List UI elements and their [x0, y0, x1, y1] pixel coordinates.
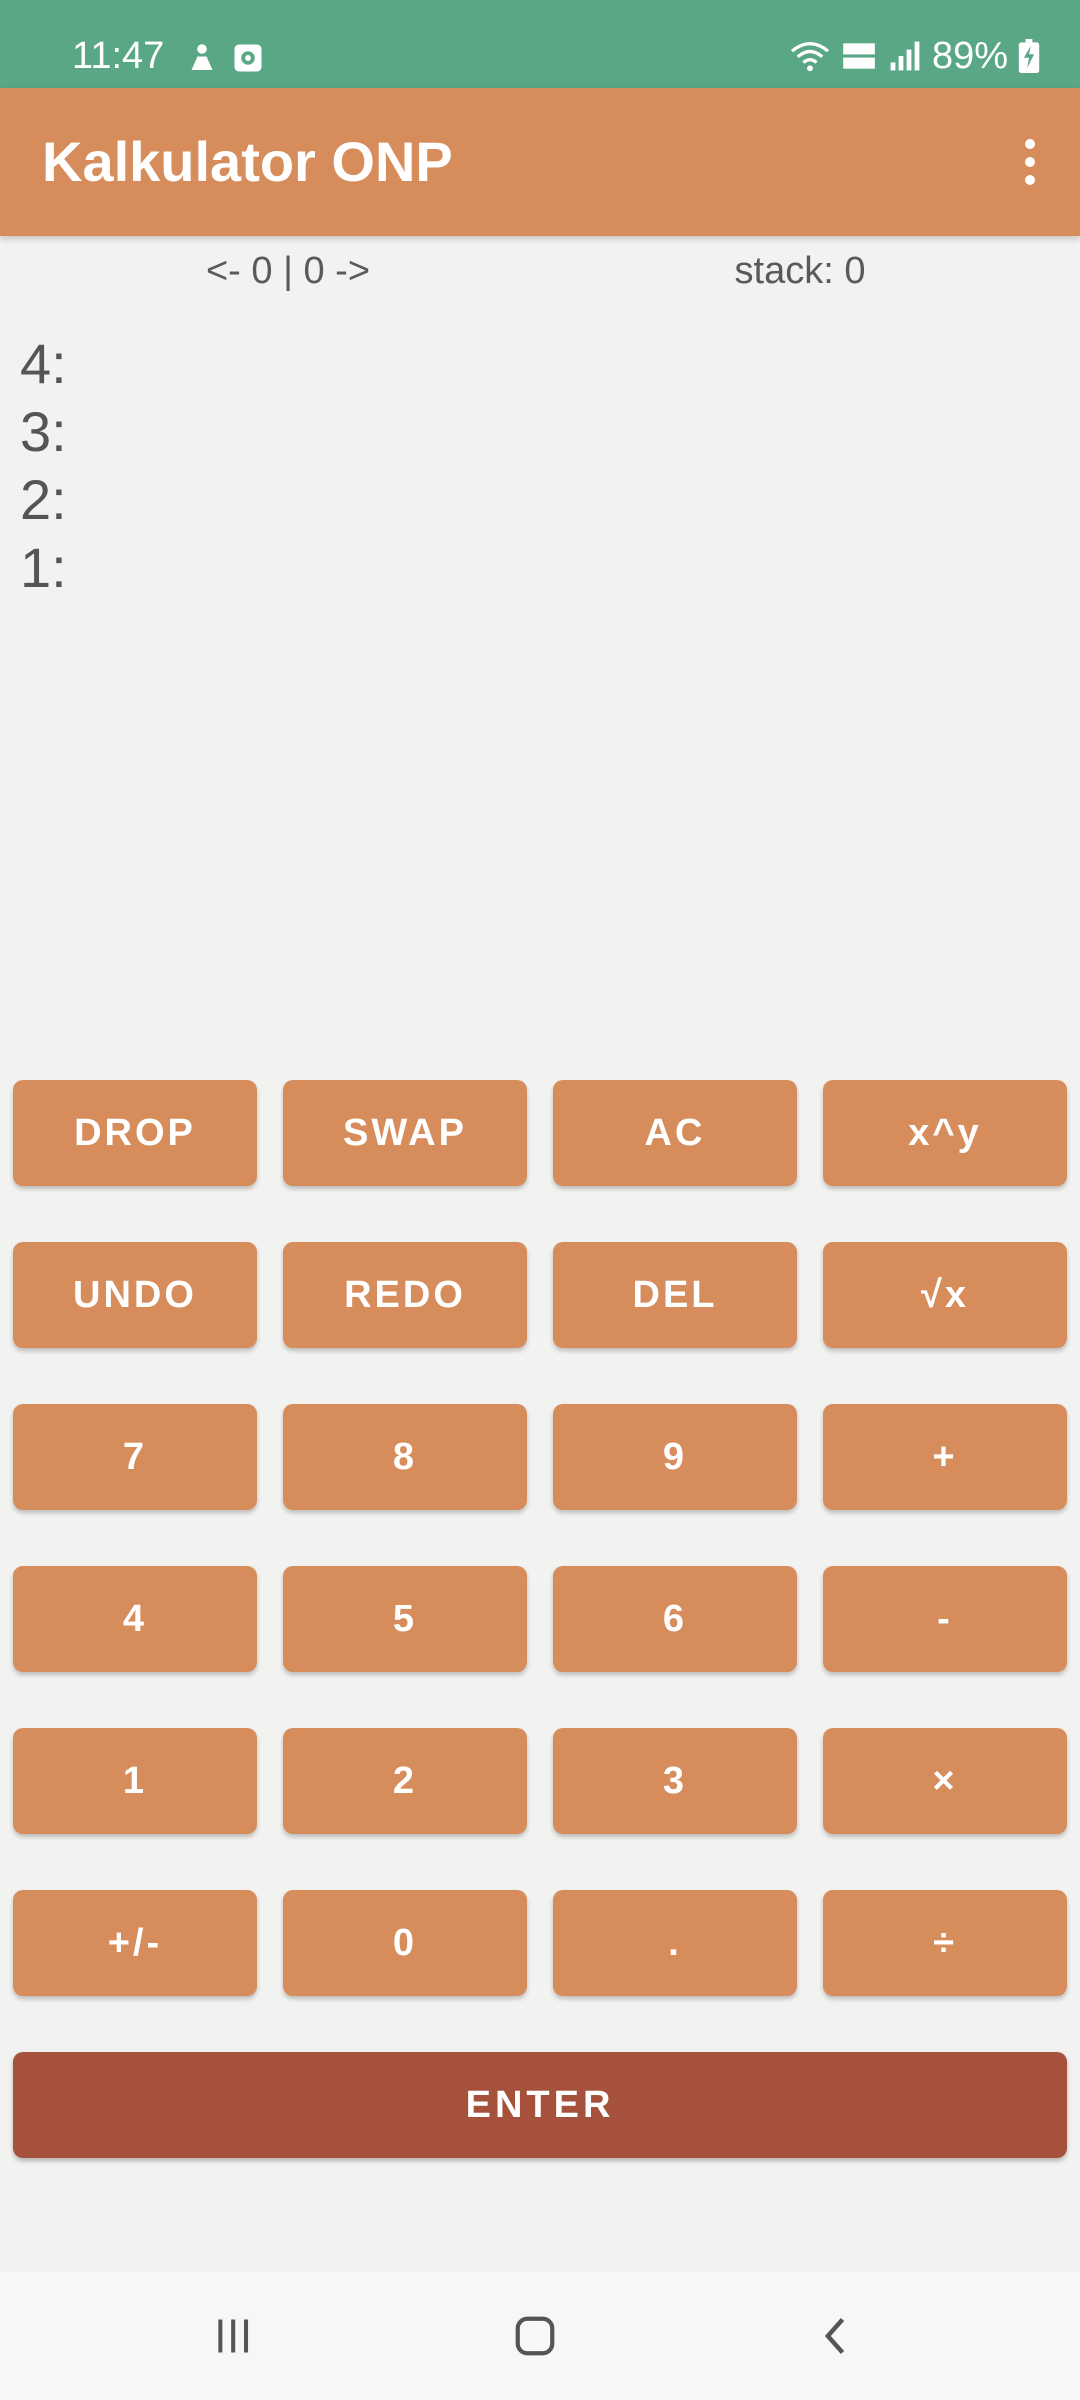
redo-button[interactable]: REDO [283, 1242, 527, 1348]
overflow-menu-icon[interactable] [1000, 122, 1060, 202]
divide-button[interactable]: ÷ [823, 1890, 1067, 1996]
app-title: Kalkulator ONP [42, 130, 453, 193]
volte-icon [843, 43, 875, 69]
digit-2-button[interactable]: 2 [283, 1728, 527, 1834]
recent-apps-icon[interactable] [173, 2296, 293, 2376]
app-bar: Kalkulator ONP [0, 88, 1080, 236]
home-icon[interactable] [475, 2296, 595, 2376]
stack-line-3: 3: [20, 400, 67, 463]
stack-line-1: 1: [20, 536, 67, 599]
square-root-button[interactable]: √x [823, 1242, 1067, 1348]
stack-line-2: 2: [20, 468, 67, 531]
drop-button[interactable]: DROP [13, 1080, 257, 1186]
multiply-button[interactable]: × [823, 1728, 1067, 1834]
power-button[interactable]: x^y [823, 1080, 1067, 1186]
stack-display: 4: 3: 2: 1: [20, 330, 67, 602]
stack-count: stack: 0 [734, 250, 866, 292]
status-bar: 11:47 89% [0, 0, 1080, 88]
digit-8-button[interactable]: 8 [283, 1404, 527, 1510]
digit-0-button[interactable]: 0 [283, 1890, 527, 1996]
signal-icon [890, 41, 920, 71]
battery-charging-icon [1018, 39, 1040, 73]
digit-5-button[interactable]: 5 [283, 1566, 527, 1672]
digit-9-button[interactable]: 9 [553, 1404, 797, 1510]
back-icon[interactable] [777, 2296, 897, 2376]
digit-7-button[interactable]: 7 [13, 1404, 257, 1510]
digit-4-button[interactable]: 4 [13, 1566, 257, 1672]
history-indicator: <- 0 | 0 -> [205, 250, 371, 292]
undo-button[interactable]: UNDO [13, 1242, 257, 1348]
person-icon [191, 44, 213, 70]
swap-button[interactable]: SWAP [283, 1080, 527, 1186]
delete-button[interactable]: DEL [553, 1242, 797, 1348]
enter-button[interactable]: ENTER [13, 2052, 1067, 2158]
subtract-button[interactable]: - [823, 1566, 1067, 1672]
battery-percent: 89% [931, 35, 1008, 77]
status-right: 89% [790, 34, 1040, 78]
wifi-icon [790, 42, 829, 72]
digit-6-button[interactable]: 6 [553, 1566, 797, 1672]
navigation-bar [0, 2272, 1080, 2400]
stack-line-4: 4: [20, 332, 67, 395]
screen-record-icon [234, 44, 262, 72]
status-time: 11:47 [72, 35, 165, 77]
digit-1-button[interactable]: 1 [13, 1728, 257, 1834]
decimal-point-button[interactable]: . [553, 1890, 797, 1996]
digit-3-button[interactable]: 3 [553, 1728, 797, 1834]
add-button[interactable]: + [823, 1404, 1067, 1510]
all-clear-button[interactable]: AC [553, 1080, 797, 1186]
sign-toggle-button[interactable]: +/- [13, 1890, 257, 1996]
